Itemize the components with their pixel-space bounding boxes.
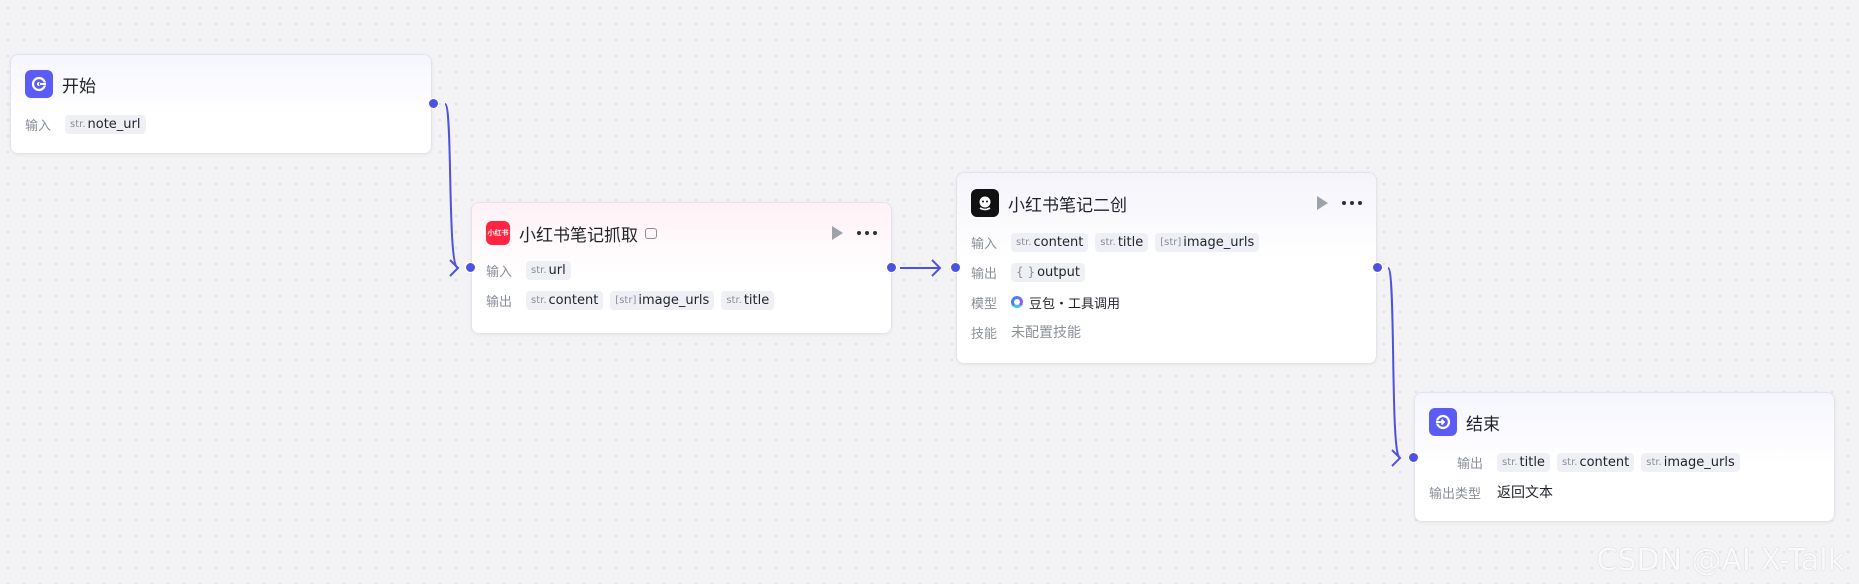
type-tag: [str] [1160,236,1182,248]
variable-chip: str. note_url [65,114,146,134]
variable-chip: str. content [1556,452,1635,472]
start-node[interactable]: 开始 输入 str. note_url [10,54,432,154]
end-output-row: 输出 str. title str. content str. image_ur… [1415,449,1834,475]
variable-name: image_urls [1663,454,1735,470]
edge-fetch-to-rewrite-arrow [931,259,942,277]
variable-chip: str. title [1095,232,1149,252]
fetch-node-title: 小红书笔记抓取 [519,225,638,246]
rewrite-model-row: 模型 豆包・工具调用 [957,289,1376,315]
more-options-icon[interactable] [857,227,877,239]
variable-name: title [743,292,770,308]
variable-chip: [str] image_urls [610,290,715,310]
start-node-icon [25,70,53,98]
variable-chip: str. content [1011,232,1089,252]
variable-chip: str. content [526,290,604,310]
variable-name: content [1579,454,1630,470]
variable-name: title [1519,454,1545,470]
variable-name: image_urls [1183,234,1255,250]
end-input-handle[interactable] [1408,452,1419,463]
variable-name: content [1033,234,1084,250]
type-tag: str. [531,294,547,306]
start-node-header: 开始 [11,55,431,113]
output-label: 输出 [971,266,998,282]
xiaohongshu-fetch-node[interactable]: 小红书 小红书笔记抓取 输入 str. url 输出 str. content … [471,202,892,334]
rewrite-node-header: 小红书笔记二创 [957,173,1376,233]
rewrite-node-title: 小红书笔记二创 [1008,195,1127,216]
variable-chip: str. title [721,290,775,310]
start-node-title: 开始 [62,76,96,97]
type-tag: str. [726,294,742,306]
edge-start-to-fetch-arrow [449,259,460,277]
fetch-output-row: 输出 str. content [str] image_urls str. ti… [472,287,891,313]
end-node-title: 结束 [1466,414,1500,435]
fetch-node-actions [832,203,877,263]
start-output-handle[interactable] [428,98,439,109]
end-node[interactable]: 结束 输出 str. title str. content str. image… [1414,392,1835,522]
variable-name: title [1117,234,1144,250]
run-node-icon[interactable] [832,226,843,240]
end-output-type-row: 输出类型 返回文本 [1415,479,1834,505]
variable-name: content [548,292,599,308]
type-tag: str. [1561,456,1578,468]
fetch-node-header: 小红书 小红书笔记抓取 [472,203,891,263]
variable-chip: str. image_urls [1641,452,1740,472]
type-tag: str. [70,118,86,130]
input-label: 输入 [25,118,52,134]
edge-start-to-fetch [444,103,459,269]
rewrite-output-handle[interactable] [1372,262,1383,273]
doubao-model-icon [1011,296,1023,308]
variable-chip: { } output [1011,262,1085,282]
xiaohongshu-logo-text: 小红书 [487,229,509,237]
skills-label: 技能 [971,326,998,342]
variable-name: image_urls [638,292,710,308]
skills-value: 未配置技能 [1011,325,1081,341]
variable-name: url [548,262,566,278]
start-input-row: 输入 str. note_url [11,111,431,137]
xiaohongshu-logo-icon: 小红书 [486,221,510,245]
bot-icon [971,189,999,217]
output-label: 输出 [486,294,513,310]
rewrite-output-row: 输出 { } output [957,259,1376,285]
input-label: 输入 [486,264,513,280]
model-label: 模型 [971,296,998,312]
type-tag: [str] [615,294,637,306]
xiaohongshu-rewrite-node[interactable]: 小红书笔记二创 输入 str. content str. title [str]… [956,172,1377,364]
variable-name: output [1037,264,1080,280]
variable-chip: [str] image_urls [1155,232,1260,252]
output-type-label: 输出类型 [1429,486,1482,502]
rewrite-node-actions [1317,173,1362,233]
edge-rewrite-to-end-arrow [1391,449,1402,467]
variable-name: note_url [87,116,141,132]
watermark: CSDN @AI X-Talk [1596,543,1845,578]
output-label: 输出 [1457,456,1484,472]
rewrite-skills-row: 技能 未配置技能 [957,319,1376,345]
type-tag: str. [1502,456,1518,468]
input-label: 输入 [971,236,998,252]
plugin-badge-icon [645,227,657,239]
end-node-icon [1429,408,1457,436]
variable-chip: str. title [1497,452,1550,472]
edge-rewrite-to-end [1387,267,1401,459]
type-tag: str. [531,264,547,276]
more-options-icon[interactable] [1342,197,1362,209]
type-tag: str. [1646,456,1662,468]
run-node-icon[interactable] [1317,196,1328,210]
output-type-value: 返回文本 [1497,485,1553,501]
model-value: 豆包・工具调用 [1029,296,1121,312]
type-tag: str. [1100,236,1116,248]
fetch-input-handle[interactable] [465,262,476,273]
type-tag: { } [1016,265,1036,279]
variable-chip: str. url [526,260,571,280]
type-tag: str. [1016,236,1032,248]
fetch-output-handle[interactable] [886,262,897,273]
end-node-header: 结束 [1415,393,1834,451]
rewrite-input-handle[interactable] [950,262,961,273]
